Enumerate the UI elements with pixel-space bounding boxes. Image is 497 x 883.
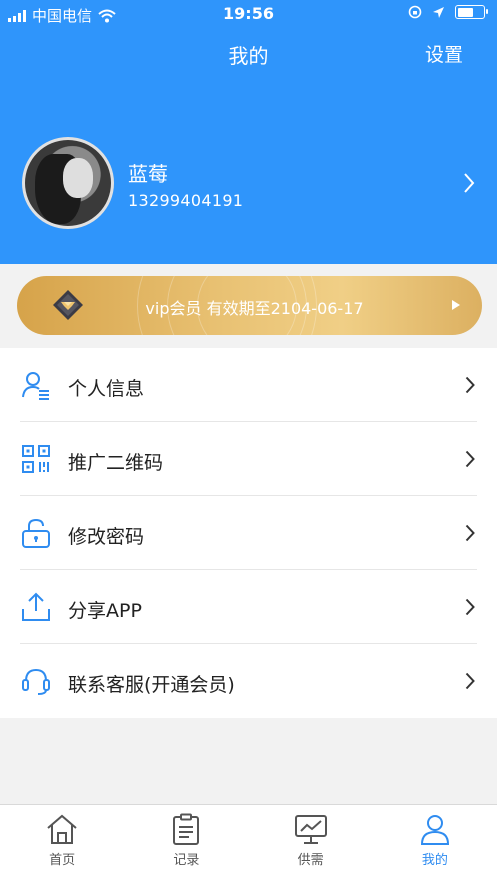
share-icon [22, 592, 50, 621]
chevron-right-icon [465, 524, 475, 542]
home-icon [47, 814, 77, 844]
menu-item-label: 联系客服(开通会员) [68, 674, 235, 696]
menu-item-label: 个人信息 [68, 378, 145, 400]
avatar[interactable] [22, 137, 114, 229]
rotation-lock-icon [408, 5, 422, 19]
bottom-tab-bar: 首页 记录 供需 我的 [0, 804, 497, 883]
profile-header: 中国电信 19:56 我的 设置 蓝莓 13299404191 [0, 0, 497, 264]
chevron-right-icon[interactable] [463, 172, 475, 194]
battery-icon [455, 5, 488, 19]
play-arrow-icon [452, 300, 460, 310]
person-icon [420, 815, 449, 845]
clipboard-icon [173, 813, 200, 845]
vip-status-text: vip会员 有效期至2104-06-17 [145, 299, 364, 318]
tab-records[interactable]: 记录 [124, 805, 248, 883]
headset-icon [22, 668, 50, 695]
tab-mine[interactable]: 我的 [373, 805, 497, 883]
tab-label: 我的 [421, 853, 448, 868]
tab-label: 记录 [173, 853, 200, 868]
user-info-icon [22, 372, 49, 400]
menu-item-personal-info[interactable]: 个人信息 [0, 348, 497, 422]
menu-item-qr-code[interactable]: 推广二维码 [0, 422, 497, 496]
menu-item-customer-service[interactable]: 联系客服(开通会员) [0, 644, 497, 718]
menu-item-change-password[interactable]: 修改密码 [0, 496, 497, 570]
status-bar: 中国电信 19:56 [0, 0, 497, 30]
vip-banner[interactable]: vip会员 有效期至2104-06-17 [17, 276, 482, 335]
chevron-right-icon [465, 376, 475, 394]
page-title: 我的 [228, 44, 269, 68]
menu-item-label: 修改密码 [68, 526, 145, 548]
tab-label: 首页 [49, 853, 76, 868]
location-icon [433, 6, 444, 18]
settings-button[interactable]: 设置 [425, 40, 463, 67]
monitor-chart-icon [294, 815, 327, 844]
lock-icon [22, 518, 50, 548]
menu-item-label: 推广二维码 [68, 452, 164, 474]
tab-label: 供需 [297, 853, 324, 868]
chevron-right-icon [465, 450, 475, 468]
menu-item-share-app[interactable]: 分享APP [0, 570, 497, 644]
menu-item-label: 分享APP [68, 600, 142, 622]
menu-list: 个人信息 推广二维码 修改密码 分享APP 联系客服(开通会员) [0, 348, 497, 718]
profile-phone: 13299404191 [128, 191, 244, 210]
qr-code-icon [22, 445, 50, 473]
chevron-right-icon [465, 598, 475, 616]
profile-name: 蓝莓 [128, 162, 168, 186]
tab-supply-demand[interactable]: 供需 [249, 805, 373, 883]
tab-home[interactable]: 首页 [0, 805, 124, 883]
chevron-right-icon [465, 672, 475, 690]
